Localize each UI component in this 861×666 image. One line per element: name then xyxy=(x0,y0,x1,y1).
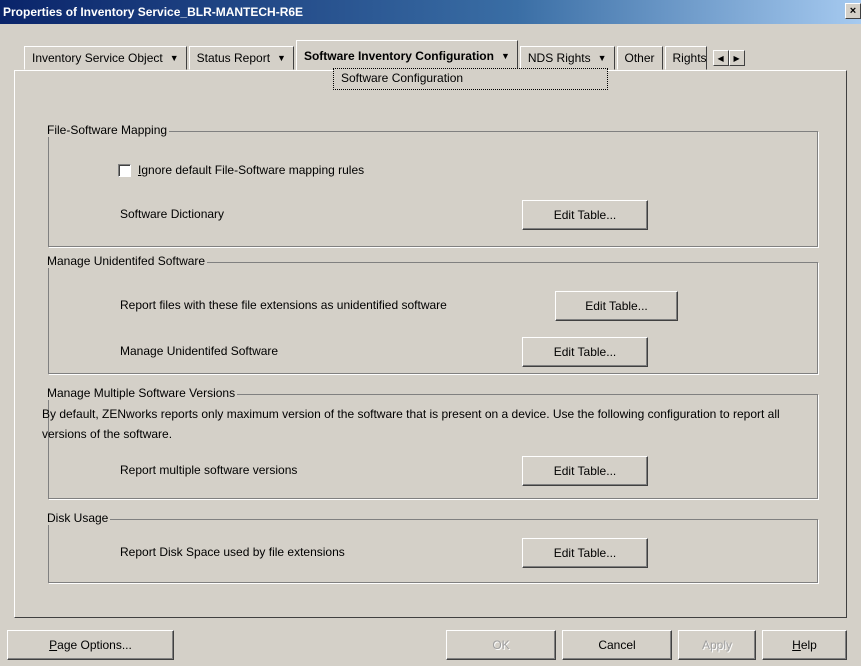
manage-unidentified-label: Manage Unidentifed Software xyxy=(120,344,279,358)
chevron-right-icon[interactable]: ▶ xyxy=(728,50,745,66)
apply-button[interactable]: Apply xyxy=(678,630,756,660)
report-extensions-edit-button[interactable]: Edit Table... xyxy=(555,291,678,321)
ok-button[interactable]: OK xyxy=(446,630,556,660)
tab-other[interactable]: Other xyxy=(616,46,663,70)
cancel-button[interactable]: Cancel xyxy=(562,630,672,660)
ignore-mapping-rules-checkbox[interactable] xyxy=(118,164,131,177)
chevron-down-icon[interactable]: ▼ xyxy=(170,53,179,63)
report-disk-space-edit-button[interactable]: Edit Table... xyxy=(522,538,648,568)
manage-unidentified-group: Manage Unidentifed Software Report files… xyxy=(45,254,818,374)
subtab-software-configuration[interactable]: Software Configuration xyxy=(333,68,608,90)
tab-label: Status Report xyxy=(196,51,271,65)
tab-software-inventory-configuration[interactable]: Software Inventory Configuration ▼ xyxy=(295,40,518,70)
manage-unidentified-legend: Manage Unidentifed Software xyxy=(45,254,208,268)
page-options-button[interactable]: Page Options... xyxy=(7,630,174,660)
software-dictionary-edit-button[interactable]: Edit Table... xyxy=(522,200,648,230)
file-software-mapping-legend: File-Software Mapping xyxy=(45,123,170,137)
tab-label: Other xyxy=(624,51,655,65)
multiple-versions-legend: Manage Multiple Software Versions xyxy=(45,386,238,400)
tab-inventory-service-object[interactable]: Inventory Service Object ▼ xyxy=(24,46,187,70)
manage-unidentified-edit-button[interactable]: Edit Table... xyxy=(522,337,648,367)
tab-rights[interactable]: Rights xyxy=(664,46,707,70)
chevron-left-icon[interactable]: ◀ xyxy=(712,50,729,66)
chevron-down-icon[interactable]: ▼ xyxy=(598,53,607,63)
report-multiple-versions-edit-button[interactable]: Edit Table... xyxy=(522,456,648,486)
tab-label: Software Inventory Configuration xyxy=(303,48,494,63)
tab-nds-rights[interactable]: NDS Rights ▼ xyxy=(519,46,615,70)
disk-usage-group: Disk Usage Report Disk Space used by fil… xyxy=(45,511,818,583)
software-dictionary-label: Software Dictionary xyxy=(120,207,225,221)
disk-usage-legend: Disk Usage xyxy=(45,511,111,525)
property-page-panel: File-Software Mapping Ignore default Fil… xyxy=(14,70,847,618)
file-software-mapping-group: File-Software Mapping Ignore default Fil… xyxy=(45,123,818,247)
tab-label: Inventory Service Object xyxy=(32,51,163,65)
report-disk-space-label: Report Disk Space used by file extension… xyxy=(120,545,345,559)
report-multiple-versions-label: Report multiple software versions xyxy=(120,463,298,477)
ignore-mapping-rules-label[interactable]: Ignore default File-Software mapping rul… xyxy=(138,163,364,177)
tab-scroll-buttons: ◀ ▶ xyxy=(712,50,745,66)
chevron-down-icon[interactable]: ▼ xyxy=(501,51,510,61)
tab-status-report[interactable]: Status Report ▼ xyxy=(188,46,294,70)
tab-label: NDS Rights xyxy=(527,51,591,65)
window-title: Properties of Inventory Service_BLR-MANT… xyxy=(3,5,304,19)
multiple-versions-description: By default, ZENworks reports only maximu… xyxy=(42,407,780,441)
window-title-bar: Properties of Inventory Service_BLR-MANT… xyxy=(0,0,861,24)
multiple-versions-group: Manage Multiple Software Versions By def… xyxy=(42,386,818,499)
property-tab-strip: Inventory Service Object ▼ Status Report ▼… xyxy=(24,40,745,70)
help-button[interactable]: Help xyxy=(762,630,847,660)
report-extensions-label: Report files with these file extensions … xyxy=(120,298,447,312)
chevron-down-icon[interactable]: ▼ xyxy=(277,53,286,63)
tab-label: Rights xyxy=(672,51,707,65)
close-icon[interactable]: × xyxy=(845,3,861,19)
